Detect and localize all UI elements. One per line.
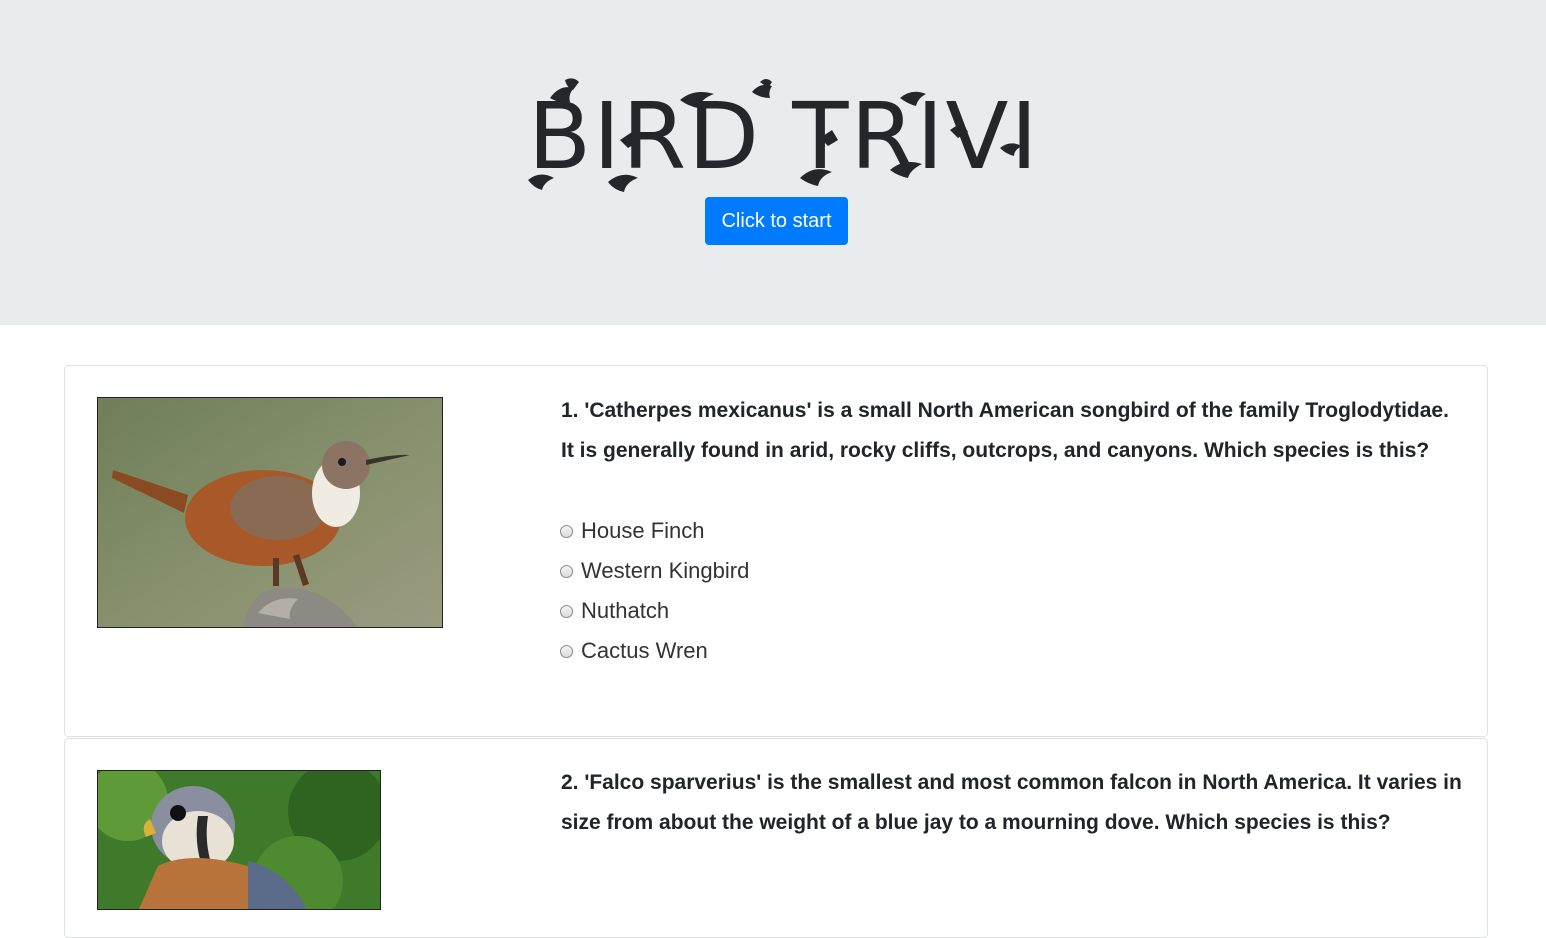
question-text: 2. 'Falco sparverius' is the smallest an… — [561, 771, 1462, 834]
american-kestrel-photo — [97, 770, 381, 910]
option-label: Nuthatch — [581, 598, 670, 623]
answer-option[interactable]: Nuthatch — [559, 591, 749, 631]
answer-option[interactable]: Cactus Wren — [559, 631, 749, 671]
radio-button[interactable] — [560, 564, 573, 578]
answer-options: House Finch Western Kingbird Nuthatch Ca… — [559, 511, 749, 671]
svg-text:BIRD TRIVIA: BIRD TRIVIA — [528, 83, 1040, 190]
option-label: House Finch — [581, 518, 705, 543]
question-card-1: 1. 'Catherpes mexicanus' is a small Nort… — [64, 365, 1488, 737]
bird-trivia-logo: BIRD TRIVIA — [528, 78, 1040, 192]
radio-button[interactable] — [560, 644, 573, 658]
canyon-wren-photo — [97, 397, 443, 628]
option-label: Cactus Wren — [581, 638, 708, 663]
header-jumbotron: BIRD TRIVIA Click to start — [0, 0, 1546, 325]
question-card-2: 2. 'Falco sparverius' is the smallest an… — [64, 738, 1488, 938]
answer-option[interactable]: Western Kingbird — [559, 551, 749, 591]
option-label: Western Kingbird — [581, 558, 750, 583]
radio-button[interactable] — [560, 524, 573, 538]
start-button[interactable]: Click to start — [705, 197, 848, 245]
question-text: 1. 'Catherpes mexicanus' is a small Nort… — [561, 399, 1449, 462]
answer-option[interactable]: House Finch — [559, 511, 749, 551]
radio-button[interactable] — [560, 604, 573, 618]
